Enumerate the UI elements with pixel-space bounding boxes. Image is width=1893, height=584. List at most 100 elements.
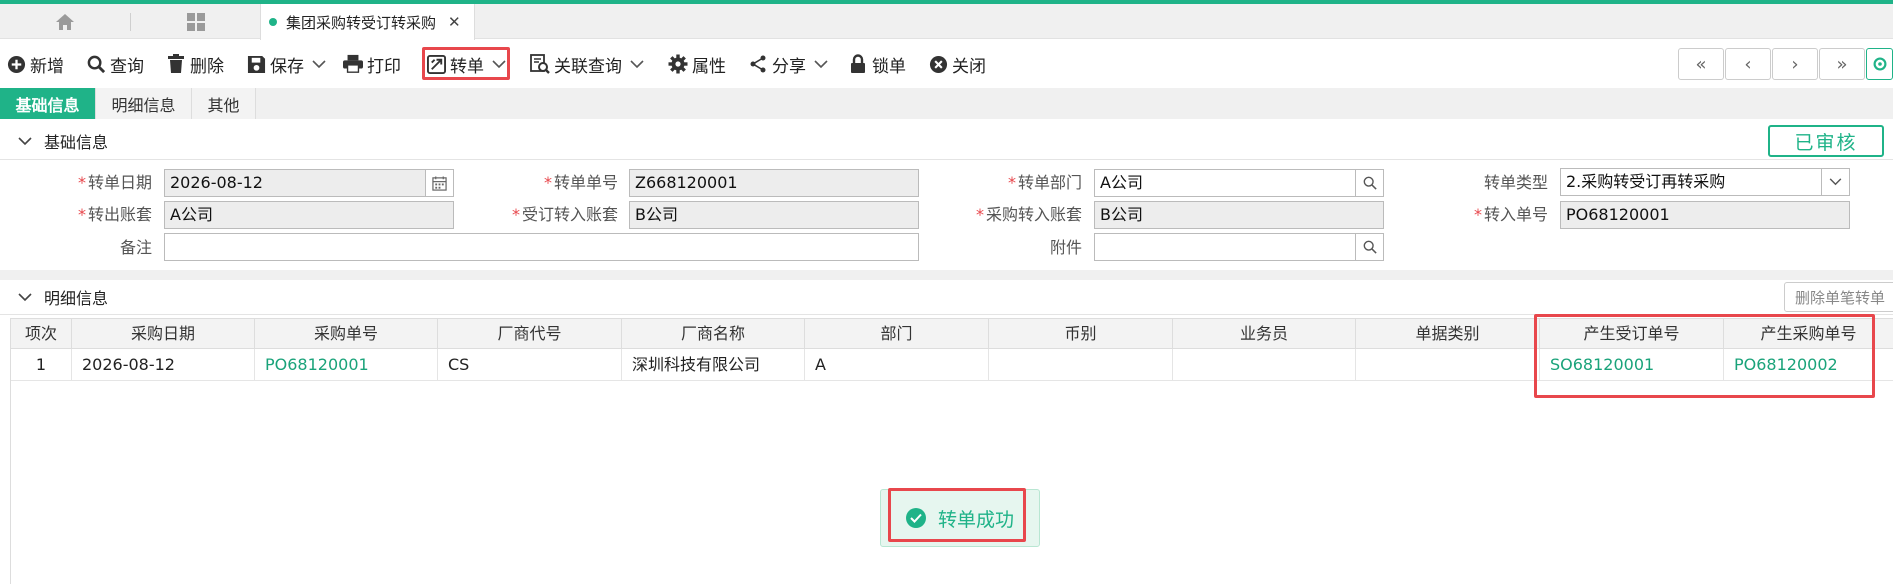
cell-dept: A <box>805 349 989 380</box>
home-tab[interactable] <box>0 4 130 39</box>
home-icon <box>56 13 74 30</box>
transfer-highlight <box>422 47 510 80</box>
delete-single-transfer-button[interactable]: 删除单笔转单 <box>1784 282 1893 312</box>
lock-icon <box>851 54 865 73</box>
related-query-icon <box>530 54 550 74</box>
col-dept[interactable]: 部门 <box>805 319 989 349</box>
settings-button[interactable] <box>1866 48 1893 80</box>
tab-document-label: 集团采购转受订转采购 <box>286 13 437 32</box>
gear-icon <box>1873 57 1886 71</box>
sub-tab-bar: 基础信息 明细信息 其他 <box>0 88 1893 119</box>
col-currency[interactable]: 币别 <box>989 319 1173 349</box>
properties-label: 属性 <box>692 56 726 77</box>
order-in-account-field[interactable]: B公司 <box>629 201 919 229</box>
cell-vendor-name: 深圳科技有限公司 <box>622 349 805 380</box>
first-record-button[interactable]: « <box>1678 48 1724 80</box>
chevron-down-icon[interactable] <box>630 59 644 69</box>
col-vendor-name[interactable]: 厂商名称 <box>622 319 805 349</box>
purchase-in-account-field[interactable]: B公司 <box>1094 201 1384 229</box>
basic-section-header[interactable]: 基础信息 <box>0 124 1893 158</box>
detail-section-title: 明细信息 <box>44 289 109 308</box>
tab-document[interactable]: 集团采购转受订转采购 ✕ <box>260 4 475 40</box>
search-icon[interactable] <box>1355 170 1383 196</box>
close-button[interactable]: 关闭 <box>928 46 986 82</box>
properties-button[interactable]: 属性 <box>668 46 726 82</box>
tab-detail-info[interactable]: 明细信息 <box>96 88 192 119</box>
out-account-label: * 转出账套 <box>77 205 152 224</box>
close-circle-icon <box>929 55 947 73</box>
save-label: 保存 <box>270 56 304 77</box>
transfer-type-select[interactable]: 2.采购转受订再转采购 <box>1560 168 1850 196</box>
search-icon[interactable] <box>1355 234 1383 260</box>
in-no-label: * 转入单号 <box>1473 205 1548 224</box>
col-purchase-date[interactable]: 采购日期 <box>72 319 255 349</box>
transfer-type-label: 转单类型 <box>1483 173 1548 192</box>
grid-icon <box>187 12 205 31</box>
next-record-button[interactable]: › <box>1772 48 1818 80</box>
print-label: 打印 <box>367 56 401 77</box>
cell-salesperson <box>1173 349 1356 380</box>
attachment-label: 附件 <box>1049 238 1082 257</box>
purchase-in-account-label: * 采购转入账套 <box>975 205 1082 224</box>
tab-other[interactable]: 其他 <box>192 88 256 119</box>
tab-basic-info[interactable]: 基础信息 <box>0 88 96 119</box>
chevron-down-icon <box>18 292 32 301</box>
new-button[interactable]: 新增 <box>6 46 64 82</box>
toast-highlight <box>888 488 1026 542</box>
status-badge: 已审核 <box>1768 125 1884 157</box>
cell-vendor-code: CS <box>438 349 622 380</box>
remark-label: 备注 <box>119 238 152 257</box>
chevron-down-icon[interactable] <box>1821 169 1849 195</box>
save-button[interactable]: 保存 <box>246 46 326 82</box>
tab-bar: 集团采购转受订转采购 ✕ <box>0 4 1893 40</box>
close-label: 关闭 <box>952 56 986 77</box>
print-button[interactable]: 打印 <box>343 46 401 82</box>
detail-section-header[interactable]: 明细信息 <box>0 280 1893 314</box>
col-salesperson[interactable]: 业务员 <box>1173 319 1356 349</box>
related-query-button[interactable]: 关联查询 <box>530 46 644 82</box>
gear-icon <box>668 54 688 74</box>
transfer-date-field[interactable]: 2026-08-12 <box>164 169 454 197</box>
col-vendor-code[interactable]: 厂商代号 <box>438 319 622 349</box>
last-record-button[interactable]: » <box>1819 48 1865 80</box>
chevron-down-icon[interactable] <box>814 59 828 69</box>
cell-purchase-no-link[interactable]: PO68120001 <box>255 349 438 380</box>
share-label: 分享 <box>772 56 806 77</box>
lock-button[interactable]: 锁单 <box>848 46 906 82</box>
attachment-field[interactable] <box>1094 233 1384 261</box>
query-label: 查询 <box>110 56 144 77</box>
col-purchase-no[interactable]: 采购单号 <box>255 319 438 349</box>
transfer-dept-field[interactable]: A公司 <box>1094 169 1384 197</box>
toolbar: 新增 查询 删除 保存 打印 转单 关联查询 属性 分享 锁单 关闭 <box>0 46 1893 82</box>
close-icon[interactable]: ✕ <box>448 13 461 31</box>
order-in-account-label: * 受订转入账套 <box>511 205 618 224</box>
col-item[interactable]: 项次 <box>11 319 72 349</box>
plus-circle-icon <box>7 55 25 73</box>
lock-label: 锁单 <box>872 56 906 77</box>
in-no-field[interactable]: PO68120001 <box>1560 201 1850 229</box>
chevron-down-icon[interactable] <box>312 59 326 69</box>
cell-currency <box>989 349 1173 380</box>
transfer-no-field[interactable]: Z668120001 <box>629 169 919 197</box>
prev-record-button[interactable]: ‹ <box>1725 48 1771 80</box>
chevron-down-icon <box>18 136 32 145</box>
cell-item: 1 <box>11 349 72 380</box>
trash-icon <box>168 54 184 73</box>
basic-section-title: 基础信息 <box>44 133 109 152</box>
delete-button[interactable]: 删除 <box>166 46 224 82</box>
transfer-dept-label: * 转单部门 <box>1007 173 1082 192</box>
cell-purchase-date: 2026-08-12 <box>72 349 255 380</box>
query-button[interactable]: 查询 <box>86 46 144 82</box>
delete-label: 删除 <box>190 56 224 77</box>
calendar-icon[interactable] <box>425 170 453 196</box>
share-icon <box>750 55 766 73</box>
remark-field[interactable] <box>164 233 919 261</box>
apps-tab[interactable] <box>131 4 261 39</box>
active-dot <box>269 18 277 26</box>
printer-icon <box>343 54 363 73</box>
out-account-field[interactable]: A公司 <box>164 201 454 229</box>
col-doc-type[interactable]: 单据类别 <box>1356 319 1540 349</box>
transfer-no-label: * 转单单号 <box>543 173 618 192</box>
related-query-label: 关联查询 <box>554 56 622 77</box>
share-button[interactable]: 分享 <box>748 46 828 82</box>
